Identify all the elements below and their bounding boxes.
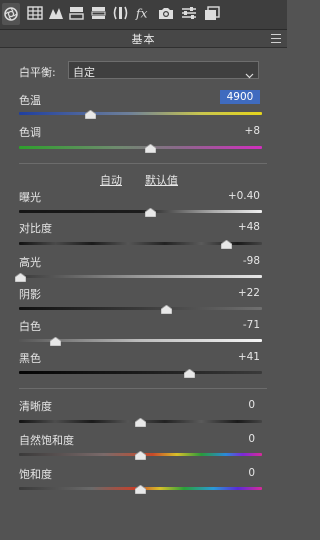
panel-menu-icon[interactable] xyxy=(271,34,281,43)
svg-text:fx: fx xyxy=(135,5,148,20)
exposure-slider[interactable] xyxy=(19,210,262,213)
clarity-thumb[interactable] xyxy=(135,418,146,427)
temperature-label: 色温 xyxy=(19,94,41,107)
vibrance-thumb[interactable] xyxy=(135,451,146,460)
exposure-label: 曝光 xyxy=(19,191,41,204)
contrast-value[interactable]: +48 xyxy=(212,221,260,233)
shadows-label: 阴影 xyxy=(19,288,41,301)
section-title: 基本 xyxy=(131,33,156,46)
blacks-slider[interactable] xyxy=(19,371,262,374)
highlights-label: 高光 xyxy=(19,256,41,269)
divider xyxy=(19,388,267,389)
vibrance-label: 自然饱和度 xyxy=(19,434,74,447)
exposure-value[interactable]: +0.40 xyxy=(205,190,260,202)
sliders-icon[interactable] xyxy=(181,5,197,21)
tint-slider[interactable] xyxy=(19,146,262,149)
default-link[interactable]: 默认值 xyxy=(145,172,178,188)
highlights-slider[interactable] xyxy=(19,275,262,278)
presets-icon[interactable] xyxy=(204,5,220,21)
camera-icon[interactable] xyxy=(158,5,174,21)
split-panel-icon[interactable] xyxy=(68,5,84,21)
lens-icon[interactable] xyxy=(112,5,128,21)
aperture-icon[interactable] xyxy=(2,3,20,25)
temperature-slider[interactable] xyxy=(19,112,262,115)
shadows-value[interactable]: +22 xyxy=(212,287,260,299)
white-balance-label: 白平衡: xyxy=(19,66,56,79)
shadows-slider[interactable] xyxy=(19,307,262,310)
panel-toolbar: fx xyxy=(0,0,287,30)
clarity-label: 清晰度 xyxy=(19,400,52,413)
tint-value[interactable]: +8 xyxy=(212,125,260,137)
shadows-thumb[interactable] xyxy=(161,305,172,314)
contrast-thumb[interactable] xyxy=(221,240,232,249)
section-header: 基本 xyxy=(0,30,287,48)
whites-thumb[interactable] xyxy=(50,337,61,346)
white-balance-value: 自定 xyxy=(73,66,95,79)
exposure-thumb[interactable] xyxy=(145,208,156,217)
temperature-field[interactable]: 4900 xyxy=(220,90,260,104)
saturation-thumb[interactable] xyxy=(135,485,146,494)
saturation-value[interactable]: 0 xyxy=(212,467,255,479)
blacks-label: 黑色 xyxy=(19,352,41,365)
fx-icon[interactable]: fx xyxy=(135,5,151,21)
temperature-thumb[interactable] xyxy=(85,110,96,119)
chevron-down-icon xyxy=(245,65,254,84)
auto-link[interactable]: 自动 xyxy=(100,172,122,188)
divider xyxy=(19,163,267,164)
whites-value[interactable]: -71 xyxy=(212,319,260,331)
contrast-label: 对比度 xyxy=(19,222,52,235)
highlights-thumb[interactable] xyxy=(15,273,26,282)
grid-icon[interactable] xyxy=(27,5,43,21)
clarity-value[interactable]: 0 xyxy=(212,399,255,411)
vibrance-value[interactable]: 0 xyxy=(212,433,255,445)
highlights-value[interactable]: -98 xyxy=(212,255,260,267)
tint-label: 色调 xyxy=(19,126,41,139)
white-balance-select[interactable]: 自定 xyxy=(68,61,259,79)
blacks-thumb[interactable] xyxy=(184,369,195,378)
whites-label: 白色 xyxy=(19,320,41,333)
blacks-value[interactable]: +41 xyxy=(212,351,260,363)
saturation-label: 饱和度 xyxy=(19,468,52,481)
tint-thumb[interactable] xyxy=(145,144,156,153)
curve-icon[interactable] xyxy=(48,5,64,21)
toning-icon[interactable] xyxy=(90,5,106,21)
